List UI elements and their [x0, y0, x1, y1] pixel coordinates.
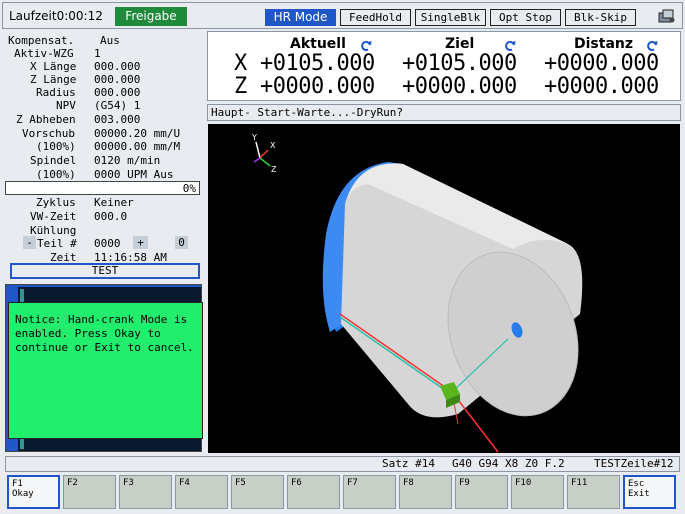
f1-okay-button[interactable]: F1 Okay — [7, 475, 60, 509]
part-plus-button[interactable]: + — [133, 236, 148, 249]
feed-override: (100%) — [36, 140, 76, 153]
zlen-value: 000.000 — [94, 73, 141, 86]
cycle-value: Keiner — [94, 196, 134, 209]
f7-button[interactable]: F7 — [343, 475, 396, 509]
feedhold-button[interactable]: FeedHold — [340, 9, 411, 26]
top-bar: Laufzeit0:00:12 Freigabe HR Mode FeedHol… — [2, 2, 683, 29]
x-axis-label: X — [234, 51, 247, 76]
toolpath-viewport[interactable]: Y X Z — [208, 124, 680, 453]
zlift-value: 003.000 — [94, 113, 141, 126]
part-value: 0000 — [94, 237, 121, 250]
x-distance: +0000.000 — [544, 51, 659, 76]
f8-button[interactable]: F8 — [399, 475, 452, 509]
f10-button[interactable]: F10 — [511, 475, 564, 509]
enable-badge: Freigabe — [115, 7, 187, 26]
z-distance: +0000.000 — [544, 74, 659, 99]
axis-z-label: Z — [271, 165, 277, 174]
file-line: TESTZeile#12 — [594, 457, 674, 470]
progress-text: 0% — [182, 182, 196, 195]
tool-value: 1 — [94, 47, 101, 60]
comp-label: Kompensat. — [8, 34, 75, 47]
npv-label: NPV — [56, 99, 76, 112]
f2-button[interactable]: F2 — [63, 475, 116, 509]
z-actual: +0000.000 — [260, 74, 375, 99]
part-count[interactable]: 0 — [175, 236, 188, 249]
dro-panel: Aktuell Ziel Distanz X +0105.000 +0105.0… — [207, 31, 681, 101]
optstop-button[interactable]: Opt Stop — [490, 9, 561, 26]
tool-change-icon[interactable] — [658, 8, 676, 24]
x-actual: +0105.000 — [260, 51, 375, 76]
tool-label: Aktiv-WZG — [14, 47, 74, 60]
coolant-label: Kühlung — [30, 224, 77, 237]
xlen-label: X Länge — [30, 60, 77, 73]
spindle-override: (100%) — [36, 168, 76, 181]
spindle-label: Spindel — [30, 154, 77, 167]
f4-button[interactable]: F4 — [175, 475, 228, 509]
progress-bar: 0% — [5, 181, 200, 195]
esc-exit-button[interactable]: Esc Exit — [623, 475, 676, 509]
xlen-value: 000.000 — [94, 60, 141, 73]
f3-button[interactable]: F3 — [119, 475, 172, 509]
dwell-label: VW-Zeit — [30, 210, 77, 223]
program-name[interactable]: TEST — [10, 263, 200, 279]
blkskip-button[interactable]: Blk-Skip — [565, 9, 636, 26]
notice-dialog: Notice: Hand-crank Mode is enabled. Pres… — [8, 302, 203, 439]
dro-header-target: Ziel — [445, 36, 475, 52]
comp-value: Aus — [100, 34, 120, 47]
axis-triad-icon: Y X Z — [251, 133, 277, 174]
workpiece-cylinder — [341, 163, 583, 418]
block-number: Satz #14 — [382, 457, 435, 470]
active-gcodes: G40 G94 X8 Z0 F.2 — [452, 457, 565, 470]
radius-value: 000.000 — [94, 86, 141, 99]
zlift-label: Z Abheben — [16, 113, 76, 126]
f5-button[interactable]: F5 — [231, 475, 284, 509]
part-label: Teil # — [37, 237, 77, 250]
dwell-value: 000.0 — [94, 210, 128, 223]
f9-button[interactable]: F9 — [455, 475, 508, 509]
z-axis-label: Z — [234, 74, 247, 99]
z-target: +0000.000 — [402, 74, 517, 99]
zlen-label: Z Länge — [30, 73, 77, 86]
status-line: Haupt- Start-Warte...-DryRun? — [207, 104, 681, 121]
x-target: +0105.000 — [402, 51, 517, 76]
axis-y-label: Y — [251, 133, 257, 142]
refresh-icon[interactable] — [5, 284, 19, 298]
radius-label: Radius — [36, 86, 76, 99]
feed-label: Vorschub — [22, 127, 75, 140]
spindle-value: 0120 m/min — [94, 154, 161, 167]
dro-header-actual: Aktuell — [290, 36, 346, 52]
singleblk-button[interactable]: SingleBlk — [415, 9, 486, 26]
axis-x-label: X — [270, 141, 276, 150]
f11-button[interactable]: F11 — [567, 475, 620, 509]
hr-mode-button[interactable]: HR Mode — [265, 9, 336, 26]
feed-value: 00000.20 mm/U — [94, 127, 181, 140]
f6-button[interactable]: F6 — [287, 475, 340, 509]
block-status-bar: Satz #14 G40 G94 X8 Z0 F.2 TESTZeile#12 — [5, 456, 680, 472]
spindle-value-2: 0000 UPM Aus — [94, 168, 174, 181]
npv-value: (G54) 1 — [94, 99, 141, 112]
feed-value-2: 00000.00 mm/M — [94, 140, 181, 153]
cycle-label: Zyklus — [36, 196, 76, 209]
reset-actual-icon[interactable] — [360, 37, 372, 51]
reset-distance-icon[interactable] — [646, 37, 658, 51]
dro-header-distance: Distanz — [574, 36, 634, 52]
reset-target-icon[interactable] — [504, 37, 516, 51]
part-minus-button[interactable]: - — [23, 236, 36, 249]
runtime-label: Laufzeit0:00:12 — [9, 9, 103, 23]
